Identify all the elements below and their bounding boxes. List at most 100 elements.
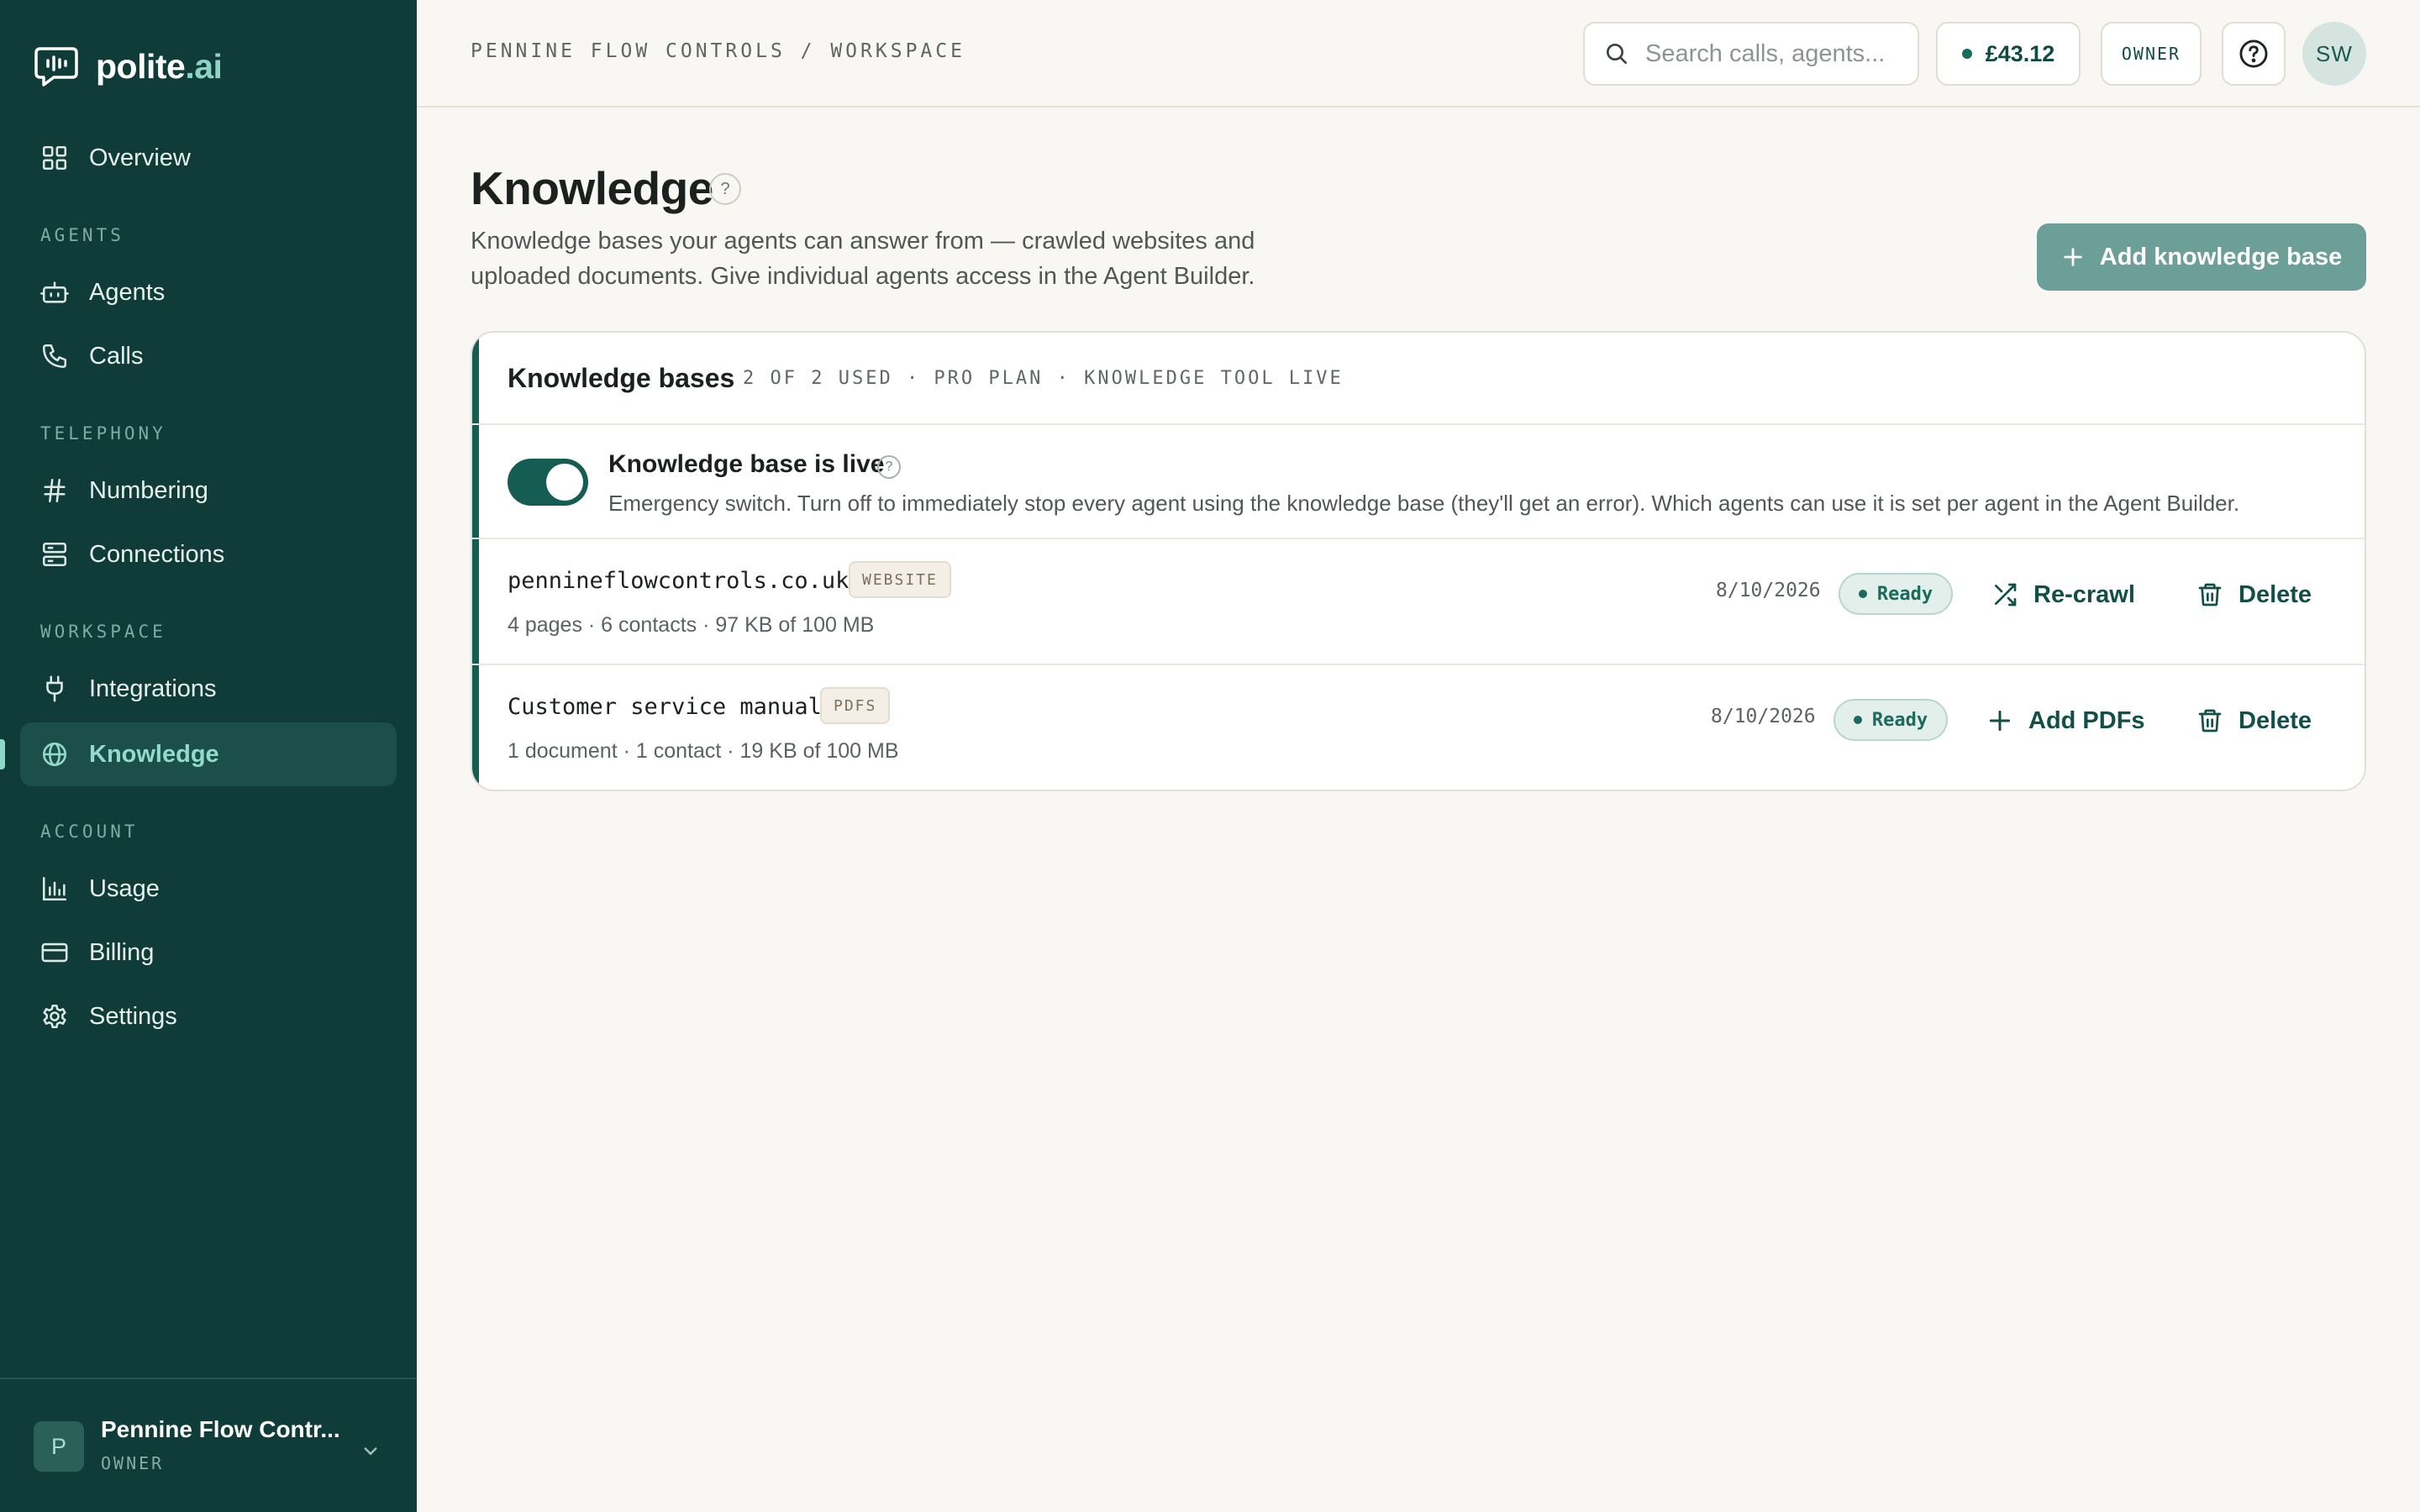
search-input[interactable] — [1645, 39, 1914, 68]
active-nav-marker — [0, 739, 5, 769]
add-knowledge-base-button[interactable]: Add knowledge base — [2037, 223, 2366, 291]
balance-amount: £43.12 — [1985, 40, 2055, 66]
nav-section-telephony: TELEPHONY — [40, 423, 166, 444]
robot-icon — [40, 281, 69, 303]
help-circle-icon — [2239, 39, 2268, 68]
search-icon — [1607, 44, 1627, 64]
status-label: Ready — [1876, 583, 1933, 605]
credit-card-icon — [41, 942, 68, 963]
status-dot — [1858, 590, 1867, 598]
plus-icon — [1989, 710, 2011, 732]
user-avatar[interactable]: SW — [2302, 22, 2366, 86]
grid-icon — [42, 145, 67, 171]
hash-icon — [44, 478, 66, 503]
kb-name[interactable]: Customer service manual — [508, 694, 822, 720]
search-box[interactable] — [1583, 22, 1919, 86]
sidebar-item-label: Connections — [89, 540, 225, 568]
kb-stats: 1 document · 1 contact · 19 KB of 100 MB — [508, 739, 899, 763]
trash-icon — [2198, 709, 2222, 732]
page-title: Knowledge — [471, 162, 713, 214]
kb-date: 8/10/2026 — [1711, 706, 1816, 727]
live-switch-description: Emergency switch. Turn off to immediatel… — [608, 491, 2240, 516]
sidebar-item-agents[interactable]: Agents — [20, 260, 397, 324]
title-help-icon[interactable]: ? — [709, 173, 741, 205]
kb-date: 8/10/2026 — [1716, 580, 1821, 601]
breadcrumb: PENNINE FLOW CONTROLS / WORKSPACE — [471, 40, 965, 62]
sidebar-item-connections[interactable]: Connections — [20, 522, 397, 586]
kb-type-tag: WEBSITE — [849, 561, 951, 598]
kb-stats: 4 pages · 6 contacts · 97 KB of 100 MB — [508, 613, 875, 637]
top-bar: PENNINE FLOW CONTROLS / WORKSPACE £43.12… — [417, 0, 2420, 108]
kb-name[interactable]: pennineflowcontrols.co.uk — [508, 568, 849, 594]
org-name: Pennine Flow Contr... — [101, 1416, 340, 1442]
recrawl-label: Re-crawl — [2033, 580, 2135, 608]
nav-section-agents: AGENTS — [40, 225, 124, 245]
knowledge-base-row: Customer service manual PDFS 1 document … — [472, 665, 2365, 790]
kb-type-tag: PDFS — [820, 687, 891, 724]
status-badge: Ready — [1839, 573, 1953, 615]
gear-icon — [43, 1004, 66, 1029]
brand-logo[interactable]: polite.ai — [34, 45, 223, 87]
sidebar-item-label: Settings — [89, 1002, 177, 1030]
sidebar-item-usage[interactable]: Usage — [20, 857, 397, 921]
org-avatar: P — [34, 1421, 84, 1472]
delete-label: Delete — [2238, 580, 2312, 608]
delete-label: Delete — [2238, 706, 2312, 734]
card-meta: 2 OF 2 USED · PRO PLAN · KNOWLEDGE TOOL … — [743, 368, 1344, 389]
trash-icon — [2198, 583, 2222, 606]
sidebar-item-calls[interactable]: Calls — [20, 324, 397, 388]
server-icon — [42, 542, 67, 567]
org-role: OWNER — [101, 1453, 165, 1473]
add-pdfs-button[interactable]: Add PDFs — [1986, 701, 2145, 741]
shuffle-icon — [1995, 583, 2017, 606]
sidebar-item-billing[interactable]: Billing — [20, 921, 397, 984]
knowledge-live-toggle[interactable] — [508, 459, 588, 506]
toggle-knob — [546, 464, 583, 501]
live-help-icon[interactable]: ? — [877, 455, 901, 479]
delete-button[interactable]: Delete — [2196, 575, 2312, 615]
help-button[interactable] — [2222, 22, 2286, 86]
live-switch-title: Knowledge base is live — [608, 450, 885, 478]
sidebar-item-settings[interactable]: Settings — [20, 984, 397, 1048]
sidebar-item-knowledge[interactable]: Knowledge — [20, 722, 397, 786]
sidebar-item-integrations[interactable]: Integrations — [20, 657, 397, 721]
status-dot — [1853, 716, 1862, 724]
chat-bubble-icon — [34, 47, 78, 87]
nav-section-account: ACCOUNT — [40, 822, 139, 842]
live-switch-row: Knowledge base is live ? Emergency switc… — [472, 425, 2365, 539]
delete-button[interactable]: Delete — [2196, 701, 2312, 741]
add-knowledge-base-label: Add knowledge base — [2099, 243, 2343, 270]
card-title: Knowledge bases — [508, 363, 735, 393]
knowledge-base-row: pennineflowcontrols.co.uk WEBSITE 4 page… — [472, 539, 2365, 665]
recrawl-button[interactable]: Re-crawl — [1991, 575, 2135, 615]
sidebar-item-numbering[interactable]: Numbering — [20, 459, 397, 522]
chevron-down-icon[interactable] — [358, 1438, 383, 1463]
role-badge: OWNER — [2101, 22, 2202, 86]
balance-badge[interactable]: £43.12 — [1936, 22, 2081, 86]
sidebar-item-label: Usage — [89, 874, 160, 902]
org-switcher[interactable]: P Pennine Flow Contr... OWNER — [0, 1378, 417, 1512]
sidebar-item-label: Numbering — [89, 476, 208, 504]
bar-chart-icon — [42, 876, 67, 901]
status-badge: Ready — [1833, 699, 1948, 741]
page-subtitle: Knowledge bases your agents can answer f… — [471, 228, 1255, 290]
phone-icon — [42, 344, 67, 369]
card-header: Knowledge bases 2 OF 2 USED · PRO PLAN ·… — [472, 333, 2365, 425]
sidebar-item-label: Billing — [89, 938, 155, 966]
status-label: Ready — [1871, 709, 1928, 731]
knowledge-bases-card: Knowledge bases 2 OF 2 USED · PRO PLAN ·… — [471, 331, 2366, 791]
sidebar-item-label: Calls — [89, 342, 144, 370]
sidebar: polite.ai Overview AGENTS Agents Calls T… — [0, 0, 417, 1512]
sidebar-item-label: Overview — [89, 144, 191, 171]
nav-section-workspace: WORKSPACE — [40, 622, 166, 642]
sidebar-item-overview[interactable]: Overview — [20, 126, 397, 190]
add-pdfs-label: Add PDFs — [2028, 706, 2145, 734]
balance-status-dot — [1961, 49, 1972, 59]
brand-name: polite.ai — [96, 46, 223, 86]
sidebar-item-label: Knowledge — [89, 740, 219, 768]
plug-icon — [46, 675, 63, 702]
plus-icon — [2064, 248, 2082, 266]
globe-icon — [42, 742, 67, 767]
sidebar-item-label: Integrations — [89, 675, 217, 702]
sidebar-item-label: Agents — [89, 278, 166, 306]
